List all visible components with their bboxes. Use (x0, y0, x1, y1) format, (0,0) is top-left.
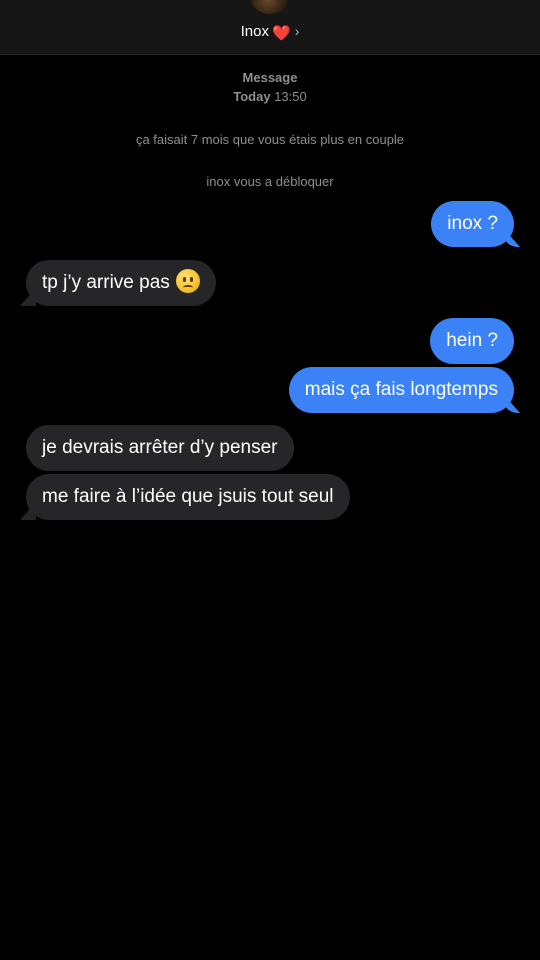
red-heart-icon: ❤️ (272, 25, 291, 42)
contact-name-button[interactable]: Inox ❤️ › (0, 20, 540, 42)
system-note: inox vous a débloquer (206, 174, 334, 189)
message-text: je devrais arrêter d’y penser (42, 437, 278, 458)
message-text: hein ? (446, 330, 498, 351)
outgoing-message-bubble[interactable]: mais ça fais longtemps (288, 367, 514, 413)
system-note: ça faisait 7 mois que vous étais plus en… (135, 132, 405, 147)
thread-kind-label: Message (242, 70, 298, 85)
message-text: tp j’y arrive pas (42, 272, 170, 293)
contact-avatar[interactable] (250, 0, 290, 14)
message-text: mais ça fais longtemps (304, 379, 498, 400)
thread-timestamp: Today 13:50 (0, 89, 540, 104)
slightly-frowning-face-icon (175, 269, 200, 293)
message-text: inox ? (447, 213, 498, 234)
timestamp-day: Today (233, 89, 271, 104)
conversation-header: Inox ❤️ › (0, 0, 540, 55)
outgoing-message-bubble[interactable]: hein ? (430, 318, 514, 364)
timestamp-time: 13:50 (274, 89, 307, 104)
chevron-right-icon: › (294, 23, 300, 39)
incoming-message-bubble[interactable]: je devrais arrêter d’y penser (26, 425, 294, 471)
incoming-message-bubble[interactable]: me faire à l’idée que jsuis tout seul (26, 474, 350, 520)
incoming-message-bubble[interactable]: tp j’y arrive pas (26, 260, 216, 306)
outgoing-message-bubble[interactable]: inox ? (431, 201, 514, 247)
message-text: me faire à l’idée que jsuis tout seul (42, 486, 334, 507)
contact-name: Inox (240, 23, 269, 40)
